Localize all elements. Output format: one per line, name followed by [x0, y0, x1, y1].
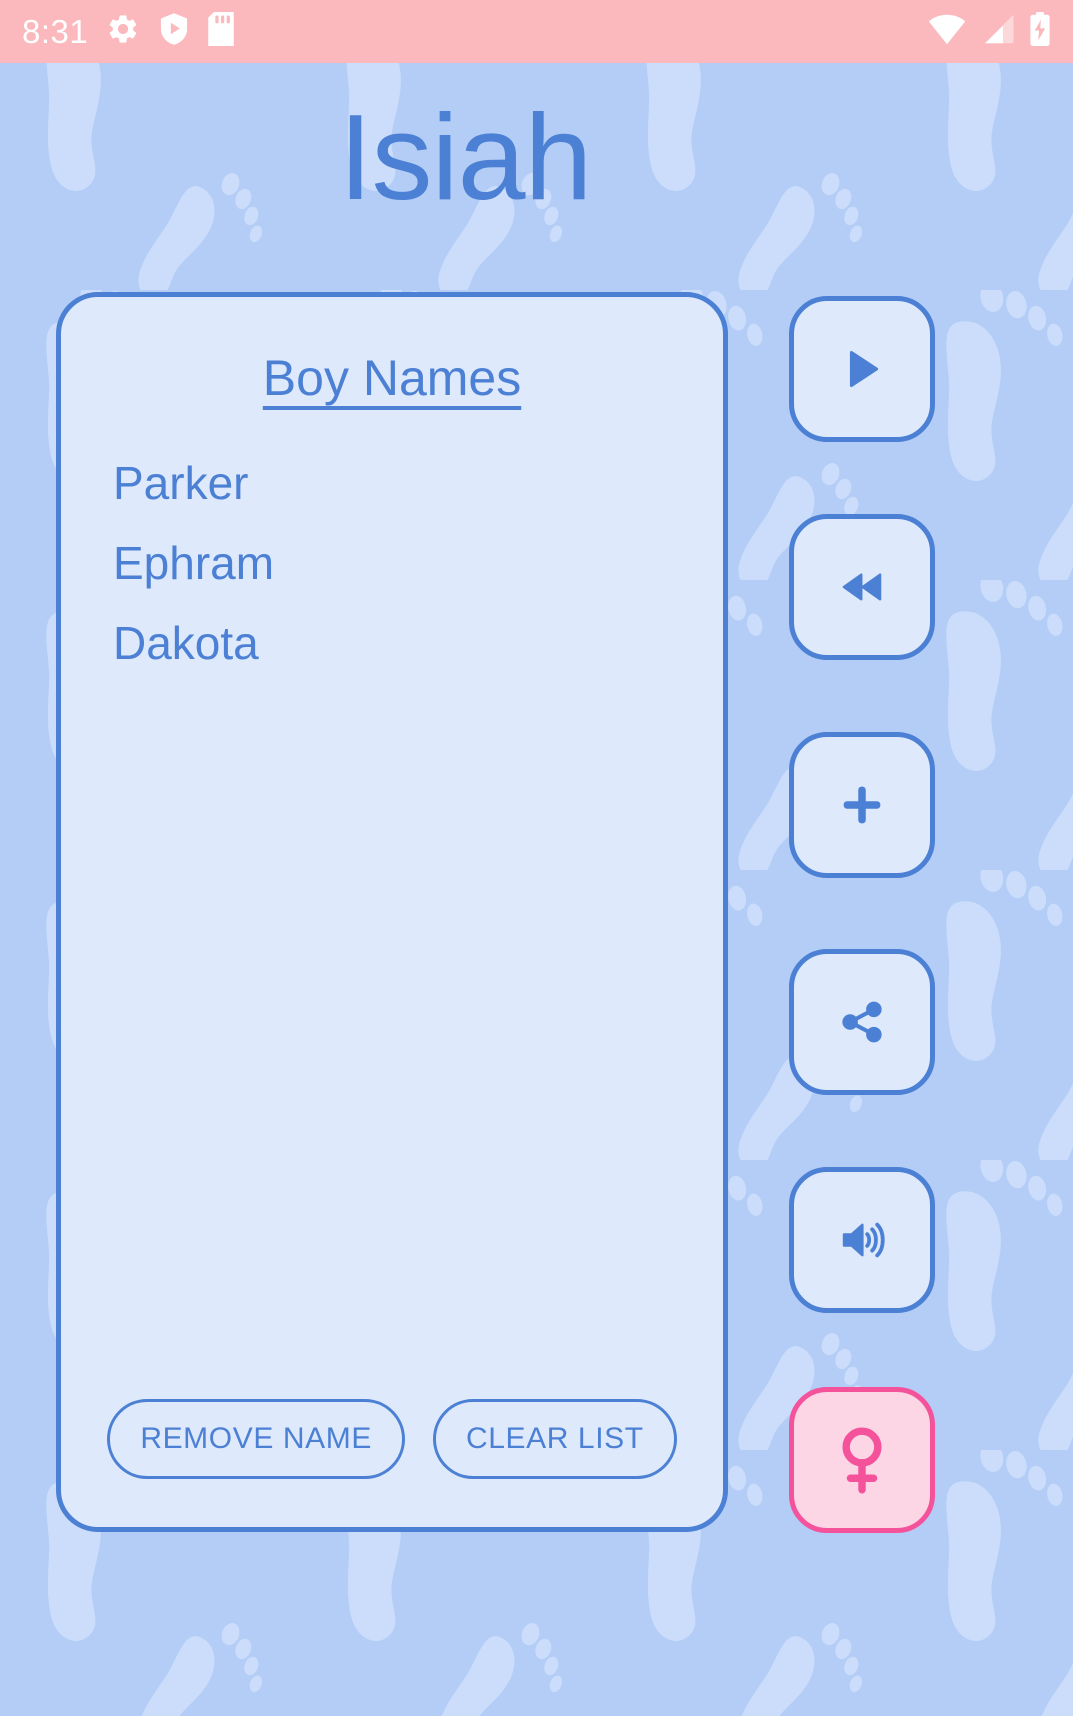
- rewind-button[interactable]: [789, 514, 935, 660]
- side-action-rail: [789, 296, 935, 1696]
- status-bar-clock: 8:31: [22, 13, 89, 50]
- sd-card-icon: [208, 12, 234, 51]
- plus-icon: [837, 780, 887, 830]
- names-card: Boy Names Parker Ephram Dakota REMOVE NA…: [56, 292, 728, 1532]
- remove-name-button[interactable]: REMOVE NAME: [107, 1399, 405, 1479]
- gender-toggle-button[interactable]: [789, 1387, 935, 1533]
- female-gender-icon: [833, 1424, 891, 1496]
- add-name-button[interactable]: [789, 732, 935, 878]
- play-button[interactable]: [789, 296, 935, 442]
- play-protect-shield-icon: [158, 12, 190, 51]
- names-list-heading: Boy Names: [262, 350, 522, 406]
- volume-icon: [838, 1216, 886, 1264]
- cellular-signal-icon: [981, 13, 1015, 50]
- rewind-icon: [839, 564, 885, 610]
- card-action-row: REMOVE NAME CLEAR LIST: [61, 1399, 723, 1479]
- list-item[interactable]: Parker: [113, 443, 723, 523]
- names-list: Parker Ephram Dakota: [61, 443, 723, 683]
- wifi-icon: [927, 13, 967, 50]
- play-icon: [839, 346, 885, 392]
- clear-list-button[interactable]: CLEAR LIST: [432, 1399, 677, 1479]
- share-icon: [839, 999, 885, 1045]
- status-bar-right: [927, 12, 1051, 51]
- page-title: Isiah: [338, 89, 593, 225]
- battery-charging-icon: [1029, 12, 1051, 51]
- volume-button[interactable]: [789, 1167, 935, 1313]
- share-button[interactable]: [789, 949, 935, 1095]
- list-item[interactable]: Ephram: [113, 523, 723, 603]
- gear-icon: [106, 12, 140, 51]
- status-bar: 8:31: [0, 0, 1073, 63]
- status-bar-left: 8:31: [22, 12, 234, 51]
- list-item[interactable]: Dakota: [113, 603, 723, 683]
